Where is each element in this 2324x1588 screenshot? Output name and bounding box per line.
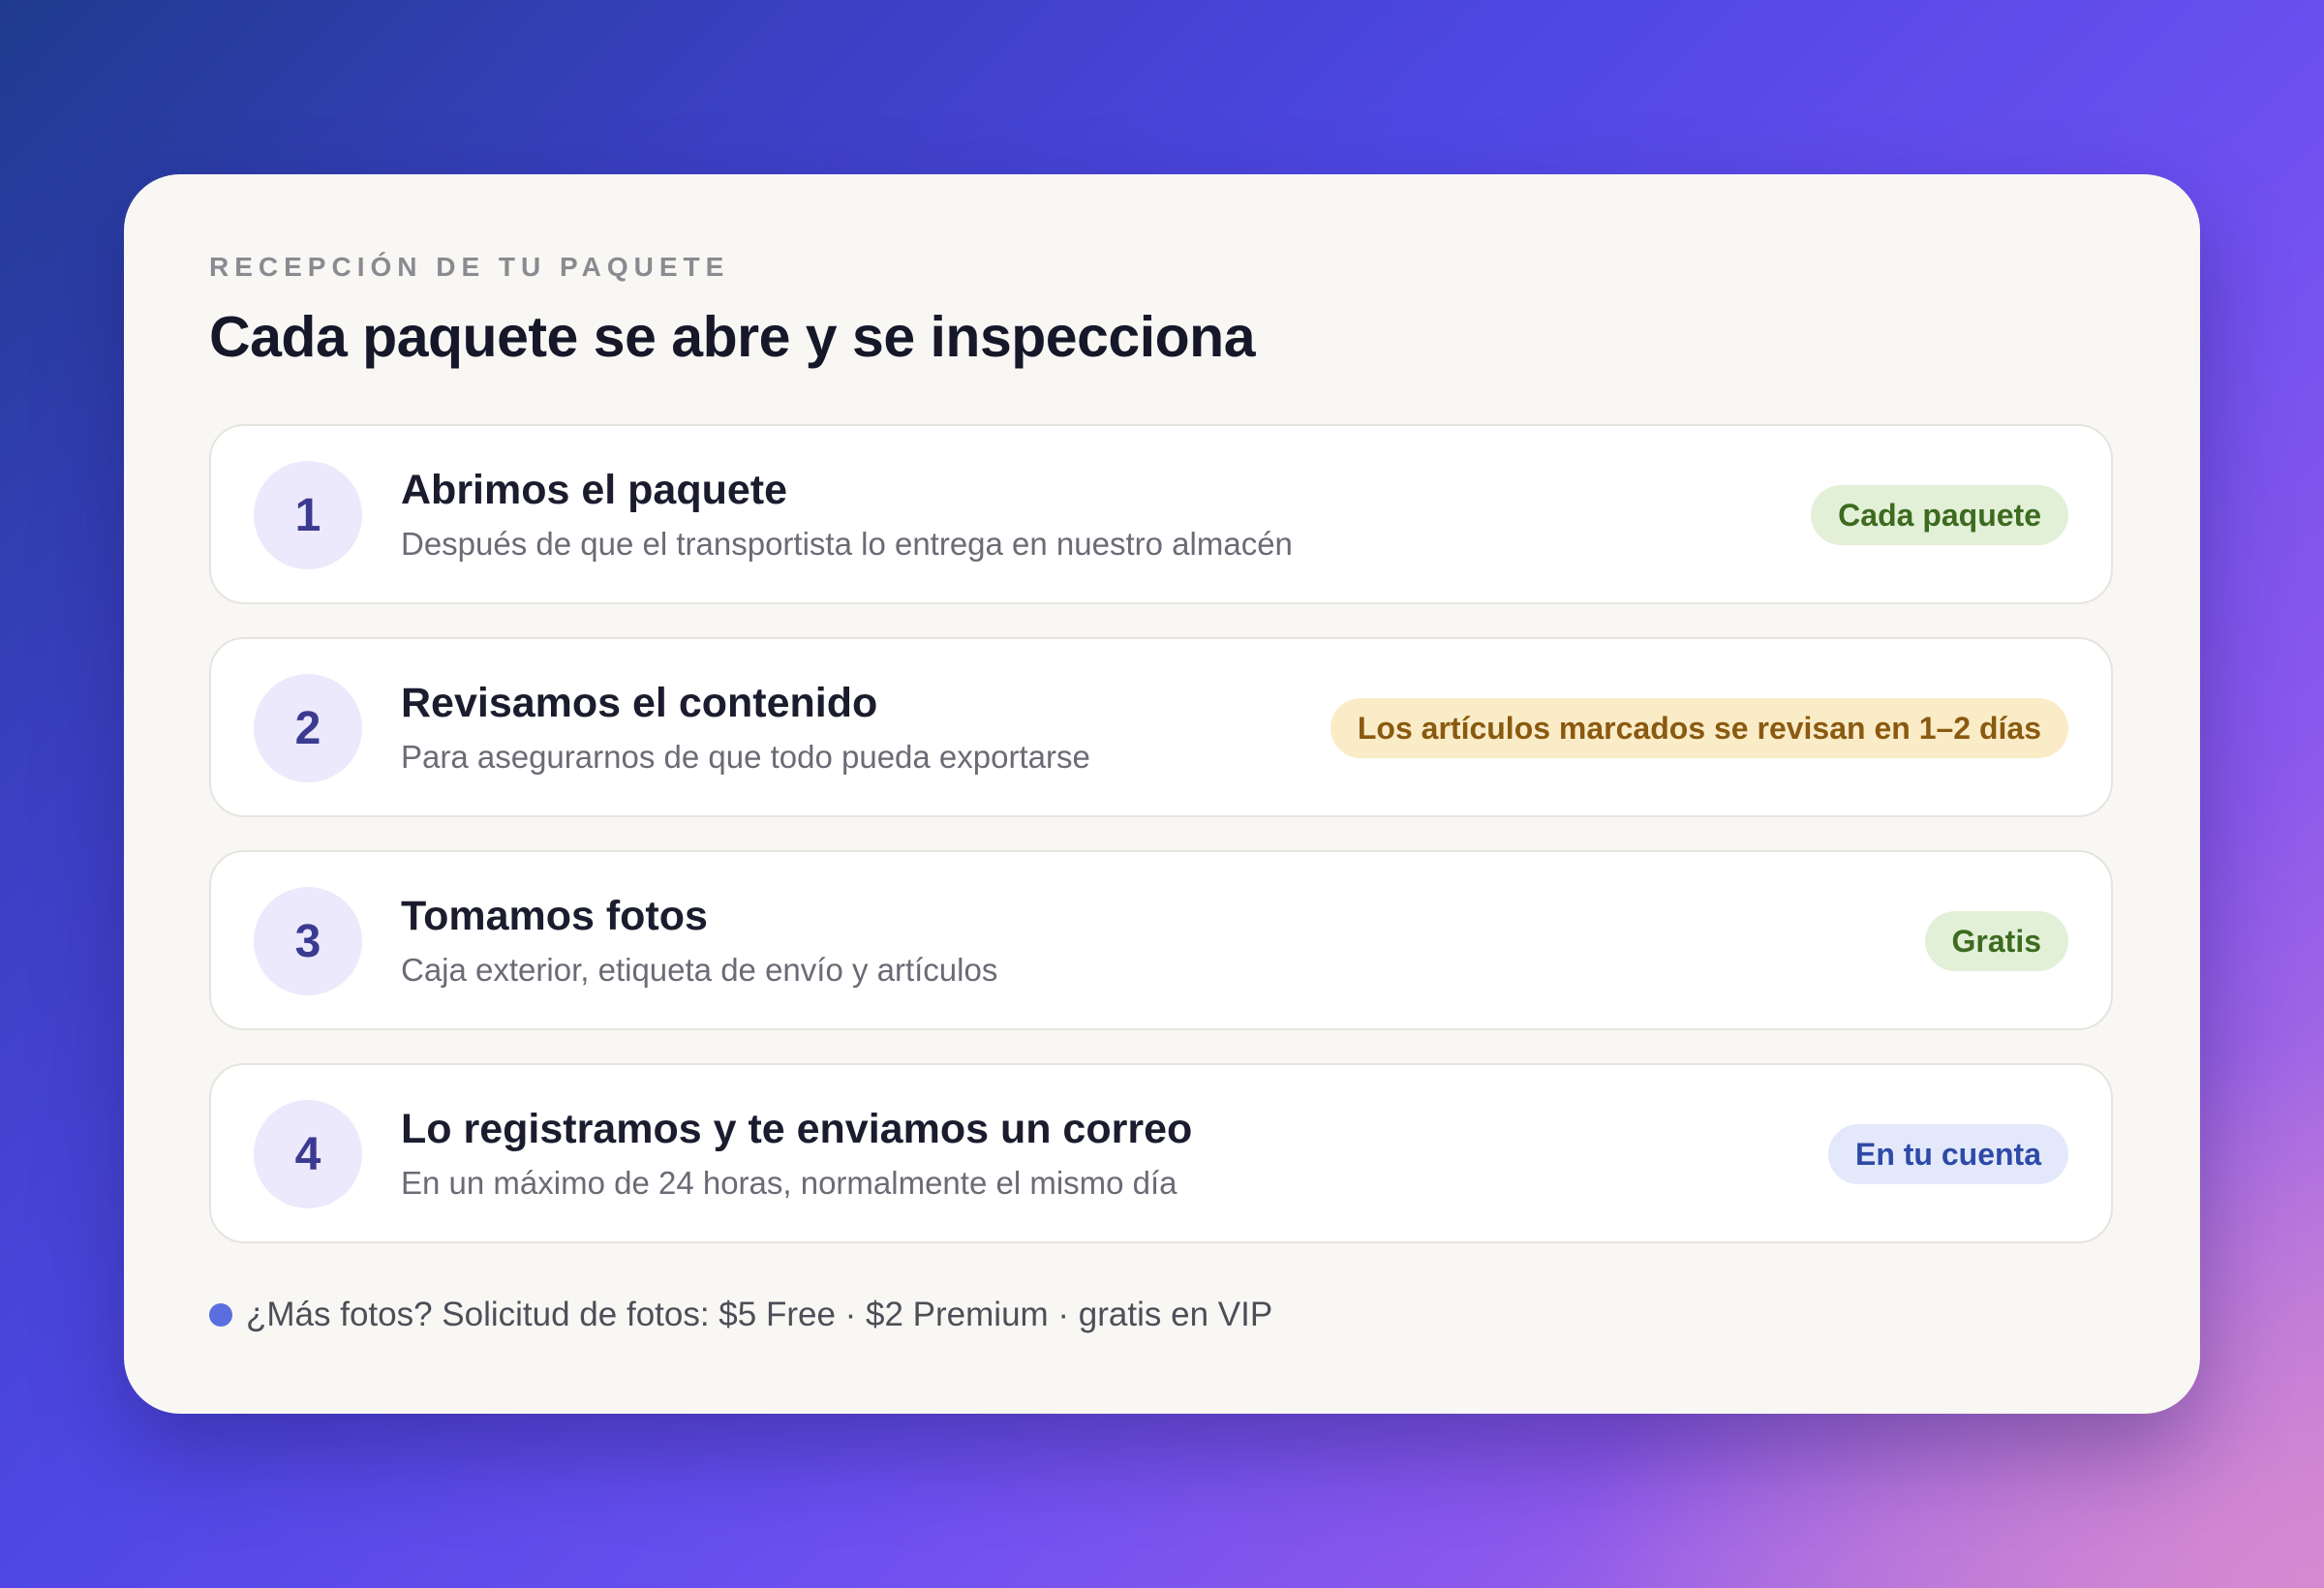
step-title: Abrimos el paquete: [401, 467, 788, 513]
step-item-photos: 3 Tomamos fotos Caja exterior, etiqueta …: [209, 850, 2113, 1030]
step-description: Para asegurarnos de que todo pueda expor…: [401, 739, 1090, 775]
bullet-dot-icon: [209, 1303, 232, 1327]
step-badge: En tu cuenta: [1827, 1124, 2068, 1184]
card-eyebrow: RECEPCIÓN DE TU PAQUETE: [209, 252, 730, 282]
footnote: ¿Más fotos? Solicitud de fotos: $5 Free …: [209, 1296, 1272, 1334]
card-title: Cada paquete se abre y se inspecciona: [209, 305, 1256, 369]
step-title: Tomamos fotos: [401, 893, 708, 939]
step-description: Después de que el transportista lo entre…: [401, 526, 1293, 562]
step-item-open: 1 Abrimos el paquete Después de que el t…: [209, 424, 2113, 604]
step-number: 2: [254, 674, 362, 782]
step-title: Revisamos el contenido: [401, 680, 878, 726]
step-item-register: 4 Lo registramos y te enviamos un correo…: [209, 1063, 2113, 1243]
step-badge: Cada paquete: [1811, 485, 2068, 545]
steps-list: 1 Abrimos el paquete Después de que el t…: [209, 424, 2113, 1276]
step-badge: Los artículos marcados se revisan en 1–2…: [1330, 698, 2068, 758]
inspection-card: RECEPCIÓN DE TU PAQUETE Cada paquete se …: [124, 174, 2200, 1414]
step-description: En un máximo de 24 horas, normalmente el…: [401, 1165, 1177, 1201]
footnote-text: ¿Más fotos? Solicitud de fotos: $5 Free …: [246, 1296, 1273, 1333]
step-number: 1: [254, 461, 362, 569]
step-item-review: 2 Revisamos el contenido Para asegurarno…: [209, 637, 2113, 817]
step-title: Lo registramos y te enviamos un correo: [401, 1106, 1193, 1152]
step-number: 3: [254, 887, 362, 995]
step-number: 4: [254, 1100, 362, 1208]
step-badge: Gratis: [1924, 911, 2068, 971]
step-description: Caja exterior, etiqueta de envío y artíc…: [401, 952, 998, 988]
